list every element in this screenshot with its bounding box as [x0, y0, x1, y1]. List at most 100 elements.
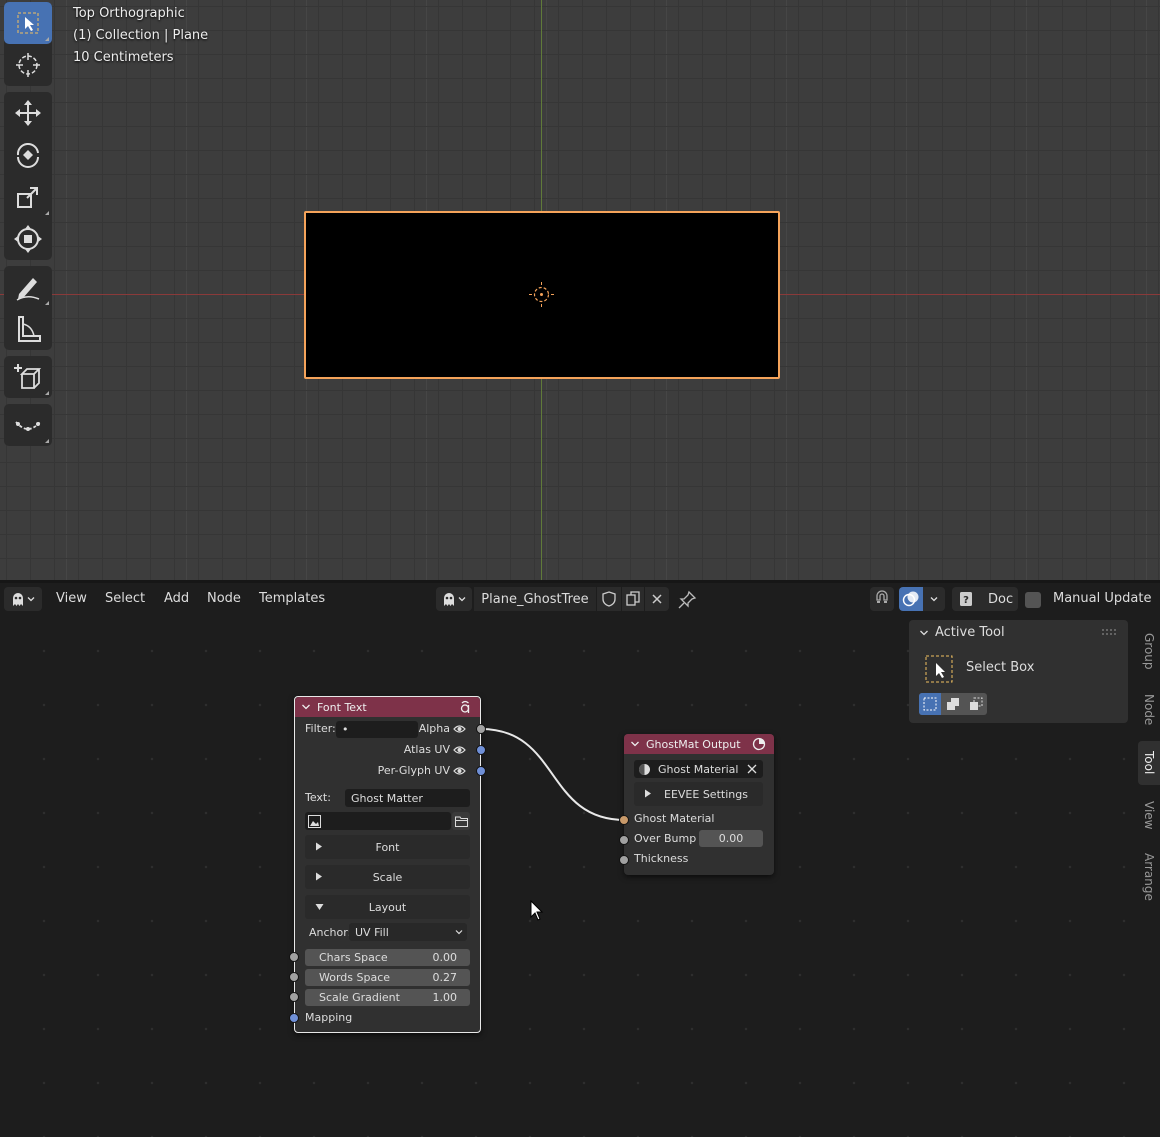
menu-templates[interactable]: Templates [259, 591, 325, 606]
image-field[interactable] [305, 812, 451, 830]
anchor-value: UV Fill [355, 925, 389, 939]
socket-alpha-output[interactable] [476, 724, 486, 734]
measure-tool[interactable] [4, 308, 52, 350]
eye-icon[interactable] [453, 766, 466, 776]
menu-select[interactable]: Select [105, 591, 145, 606]
duplicate-tree-button[interactable] [622, 587, 644, 611]
filter-input[interactable]: • [336, 721, 418, 738]
collapse-chevron-icon[interactable] [630, 739, 640, 749]
font-text-node[interactable]: Font Text Filter: • Alpha Atlas UV Per-G… [294, 696, 481, 1033]
overlay-toggle-button[interactable] [899, 587, 923, 611]
rotate-tool[interactable] [4, 134, 52, 176]
menu-view[interactable]: View [56, 591, 87, 606]
chevron-down-icon [458, 597, 466, 602]
socket-thickness-input[interactable] [619, 855, 629, 865]
select-extend-icon [946, 698, 959, 710]
scale-tool[interactable] [4, 176, 52, 218]
layout-panel-toggle[interactable]: Layout [305, 895, 470, 919]
socket-scale-gradient-input[interactable] [289, 992, 299, 1002]
active-tool-panel: Active Tool Select Box [909, 620, 1128, 723]
socket-chars-space-input[interactable] [289, 952, 299, 962]
material-selector[interactable]: Ghost Material [634, 760, 763, 778]
node-header[interactable]: GhostMat Output [624, 734, 774, 754]
menu-node[interactable]: Node [207, 591, 241, 606]
mode-set-button[interactable] [919, 693, 941, 715]
filter-label: Filter: [305, 722, 336, 735]
extrude-curve-tool[interactable] [4, 404, 52, 446]
drag-handle-icon[interactable] [1102, 629, 1118, 635]
unlink-tree-button[interactable] [645, 587, 669, 611]
output-label-atlas-uv: Atlas UV [403, 743, 450, 756]
select-box-icon [17, 12, 39, 34]
slider-label: Chars Space [319, 951, 388, 964]
mode-extend-button[interactable] [941, 693, 964, 715]
auto-offset-button[interactable] [870, 587, 894, 611]
select-set-icon [923, 697, 937, 711]
node-title: Font Text [317, 700, 367, 714]
tree-name-field[interactable]: Plane_GhostTree [474, 587, 596, 611]
text-input[interactable]: Ghost Matter [345, 789, 470, 807]
doc-label: Doc [988, 591, 1014, 607]
move-tool[interactable] [4, 92, 52, 134]
eevee-settings-toggle[interactable]: EEVEE Settings [634, 782, 763, 806]
collapse-chevron-icon[interactable] [301, 702, 311, 712]
annotate-tool[interactable] [4, 266, 52, 308]
tab-group[interactable]: Group [1138, 624, 1160, 678]
eye-icon[interactable] [453, 724, 466, 734]
mode-subtract-button[interactable] [964, 693, 987, 715]
layout-panel-label: Layout [368, 900, 407, 914]
socket-per-glyph-uv-output[interactable] [476, 766, 486, 776]
scale-panel-label: Scale [372, 870, 403, 884]
pin-button[interactable] [677, 590, 697, 614]
slider-value: 0.27 [432, 971, 458, 984]
scale-panel-toggle[interactable]: Scale [305, 865, 470, 889]
overlay-dropdown-button[interactable] [923, 587, 945, 611]
material-sphere-icon [639, 763, 650, 775]
3d-viewport[interactable]: Top Orthographic (1) Collection | Plane … [0, 0, 1160, 580]
tab-node[interactable]: Node [1138, 686, 1160, 734]
socket-ghost-material-input[interactable] [619, 815, 629, 825]
output-label-alpha: Alpha [418, 722, 450, 735]
triangle-right-icon [316, 842, 322, 851]
material-output-icon [752, 737, 766, 751]
select-subtract-icon [969, 697, 982, 710]
select-box-icon [925, 655, 953, 683]
tab-view[interactable]: View [1138, 792, 1160, 838]
doc-button[interactable]: ? Doc [952, 587, 1018, 611]
add-cube-tool[interactable] [4, 356, 52, 398]
tool-variants-indicator [45, 211, 49, 215]
scale-gradient-slider[interactable]: Scale Gradient 1.00 [305, 989, 470, 1006]
fake-user-button[interactable] [597, 587, 621, 611]
socket-atlas-uv-output[interactable] [476, 745, 486, 755]
socket-words-space-input[interactable] [289, 972, 299, 982]
node-editor-header: View Select Add Node Templates Plane_Gho… [0, 583, 1160, 616]
tool-variants-indicator [45, 301, 49, 305]
cursor-tool[interactable] [4, 44, 52, 86]
grid-scale: 10 Centimeters [73, 50, 174, 65]
node-header[interactable]: Font Text [295, 697, 480, 717]
select-box-tool[interactable] [4, 2, 52, 44]
anchor-dropdown[interactable]: UV Fill [349, 923, 467, 941]
menu-add[interactable]: Add [164, 591, 189, 606]
overlay-icon [902, 591, 919, 607]
open-file-button[interactable] [452, 812, 470, 830]
tab-arrange[interactable]: Arrange [1138, 846, 1160, 908]
manual-update-checkbox[interactable] [1025, 592, 1041, 608]
editor-type-button[interactable] [4, 587, 42, 611]
tree-browse-button[interactable] [436, 587, 472, 611]
socket-over-bump-input[interactable] [619, 835, 629, 845]
eye-icon[interactable] [453, 745, 466, 755]
close-icon[interactable] [747, 764, 757, 774]
over-bump-field[interactable]: 0.00 [699, 830, 763, 847]
words-space-slider[interactable]: Words Space 0.27 [305, 969, 470, 986]
collapse-chevron-icon[interactable] [919, 628, 929, 638]
tab-tool[interactable]: Tool [1138, 741, 1160, 785]
transform-tool[interactable] [4, 218, 52, 260]
chars-space-slider[interactable]: Chars Space 0.00 [305, 949, 470, 966]
view-name: Top Orthographic [73, 6, 185, 21]
socket-mapping-input[interactable] [289, 1013, 299, 1023]
output-label-per-glyph-uv: Per-Glyph UV [377, 764, 450, 777]
annotate-icon [16, 278, 40, 301]
ghostmat-output-node[interactable]: GhostMat Output Ghost Material EEVEE Set… [624, 734, 774, 875]
font-panel-toggle[interactable]: Font [305, 835, 470, 859]
